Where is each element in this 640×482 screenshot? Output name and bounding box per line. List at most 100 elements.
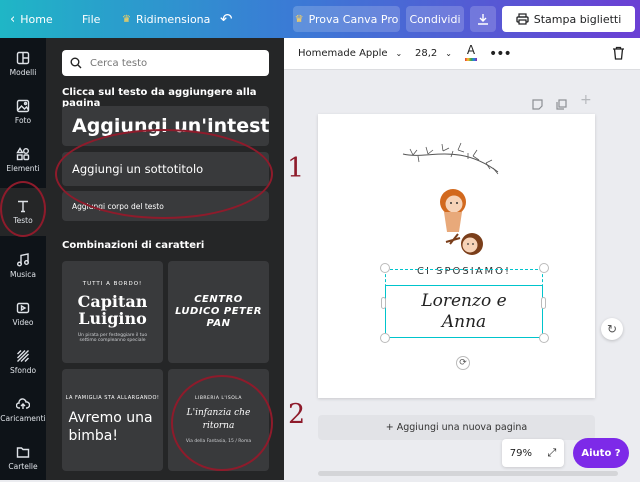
sidebar-item-video[interactable]: Video [0,290,46,338]
sidebar-item-label: Cartelle [8,462,38,471]
side-handle[interactable] [541,297,546,309]
shapes-icon [16,147,30,161]
design-page[interactable]: CI SPOSIAMO! Lorenzo e Anna ⟳ [318,114,595,398]
sidebar-item-label: Modelli [9,68,37,77]
sidebar-item-foto[interactable]: Foto [0,88,46,136]
top-bar: ‹ Home File ♛ Ridimensiona ↶ ♛ Prova Can… [0,0,640,38]
more-icon: ••• [489,45,512,62]
sidebar-item-modelli[interactable]: Modelli [0,40,46,88]
font-family-select[interactable]: Homemade Apple ⌄ [298,38,402,69]
font-combo-card[interactable]: LA FAMIGLIA STA ALLARGANDO! Avremo una b… [62,369,163,471]
crown-icon: ♛ [122,13,131,25]
note-icon [532,99,543,110]
resize-handle[interactable] [380,263,390,273]
annotation-number-two: 2 [288,399,306,430]
text-toolbar: Homemade Apple ⌄ 28,2 ⌄ A ••• [284,38,640,70]
search-box[interactable] [62,50,269,76]
sidebar-item-label: Video [12,318,34,327]
try-pro-label: Prova Canva Pro [308,12,399,26]
couple-illustration [402,142,499,255]
sidebar-item-label: Caricamenti [0,414,46,423]
text-color-button[interactable]: A [464,43,478,65]
annotation-circle-text-tab [0,181,46,237]
refresh-button[interactable]: ↻ [601,318,623,340]
sidebar-item-cartelle[interactable]: Cartelle [0,434,46,482]
refresh-icon: ↻ [606,322,618,336]
video-icon [16,302,30,314]
font-family-value: Homemade Apple [298,48,388,59]
page-notes-button[interactable] [532,95,543,114]
delete-button[interactable] [612,46,625,63]
printer-icon [516,13,529,25]
combo-top-text: TUTTI A BORDO! [82,281,143,287]
undo-button[interactable]: ↶ [220,0,233,38]
download-icon [478,14,488,25]
font-size-value: 28,2 [415,48,438,59]
rotate-icon: ⟳ [459,358,467,368]
sidebar-item-musica[interactable]: Musica [0,242,46,290]
sidebar-item-sfondo[interactable]: Sfondo [0,338,46,386]
side-nav: Modelli Foto Elementi Testo Musica Video… [0,38,46,480]
annotation-circle-subtitle [55,129,273,219]
zoom-value: 79% [509,447,532,459]
combo-main-text: Capitan Luigino [77,292,148,328]
home-label: Home [20,12,53,26]
chevron-down-icon: ⌄ [395,49,403,58]
font-size-select[interactable]: 28,2 ⌄ [415,38,452,69]
side-handle[interactable] [381,297,386,309]
file-menu[interactable]: File [82,0,100,38]
add-page-button[interactable]: + Aggiungi una nuova pagina [318,415,595,440]
layout-icon [16,51,30,65]
more-options-button[interactable]: ••• [489,38,512,69]
resize-handle[interactable] [539,333,549,343]
crown-icon: ♛ [294,13,304,25]
trash-icon [613,46,624,60]
combo-top-text: LA FAMIGLIA STA ALLARGANDO! [65,395,160,401]
rotate-handle[interactable]: ⟳ [456,356,470,370]
try-pro-button[interactable]: ♛ Prova Canva Pro [293,6,400,32]
photo-icon [16,99,30,113]
horizontal-scrollbar[interactable] [318,471,618,476]
share-button[interactable]: Condividi [406,6,464,32]
search-input[interactable] [90,57,250,69]
resize-handle[interactable] [380,333,390,343]
combo-main-text: Avremo una bimba! [68,410,153,444]
print-cards-button[interactable]: Stampa biglietti [502,6,635,32]
expand-icon: ⤢ [547,446,557,459]
zoom-control[interactable]: 79% ⤢ [502,439,564,467]
sidebar-item-elementi[interactable]: Elementi [0,136,46,184]
combo-bottom-text: Un pirata per festeggiare il tuo settimo… [77,333,148,343]
color-swatch [465,58,477,61]
names-text-box[interactable]: Lorenzo e Anna [385,285,543,338]
font-combo-card[interactable]: CENTRO LUDICO PETER PAN [168,261,269,363]
download-button[interactable] [470,6,496,32]
file-label: File [82,12,101,26]
help-button[interactable]: Aiuto ? [573,438,629,468]
copy-icon [556,99,567,110]
chevron-down-icon: ⌄ [445,49,452,58]
annotation-circle-combo [171,375,273,471]
sidebar-item-label: Foto [14,116,32,125]
folder-icon [16,447,30,458]
chevron-left-icon: ‹ [10,11,16,27]
duplicate-page-button[interactable] [556,95,567,114]
plus-icon: + [580,92,592,108]
sidebar-item-label: Elementi [6,164,40,173]
sidebar-item-caricamenti[interactable]: Caricamenti [0,386,46,434]
resize-handle[interactable] [539,263,549,273]
sidebar-item-label: Musica [10,270,36,279]
combinations-title: Combinazioni di caratteri [62,240,205,251]
annotation-number-one: 1 [287,153,305,184]
home-button[interactable]: ‹ Home [10,0,53,38]
add-page-icon-button[interactable]: + [580,92,592,108]
card-names-text: Lorenzo e Anna [421,290,507,332]
undo-icon: ↶ [220,10,233,28]
resize-button[interactable]: ♛ Ridimensiona [122,0,210,38]
font-combo-card[interactable]: TUTTI A BORDO! Capitan Luigino Un pirata… [62,261,163,363]
background-icon [17,350,29,362]
combo-main-text: CENTRO LUDICO PETER PAN [175,294,262,329]
print-cards-label: Stampa biglietti [533,12,622,26]
text-color-icon: A [466,43,476,57]
resize-label: Ridimensiona [135,12,211,26]
add-page-label: + Aggiungi una nuova pagina [385,422,528,433]
